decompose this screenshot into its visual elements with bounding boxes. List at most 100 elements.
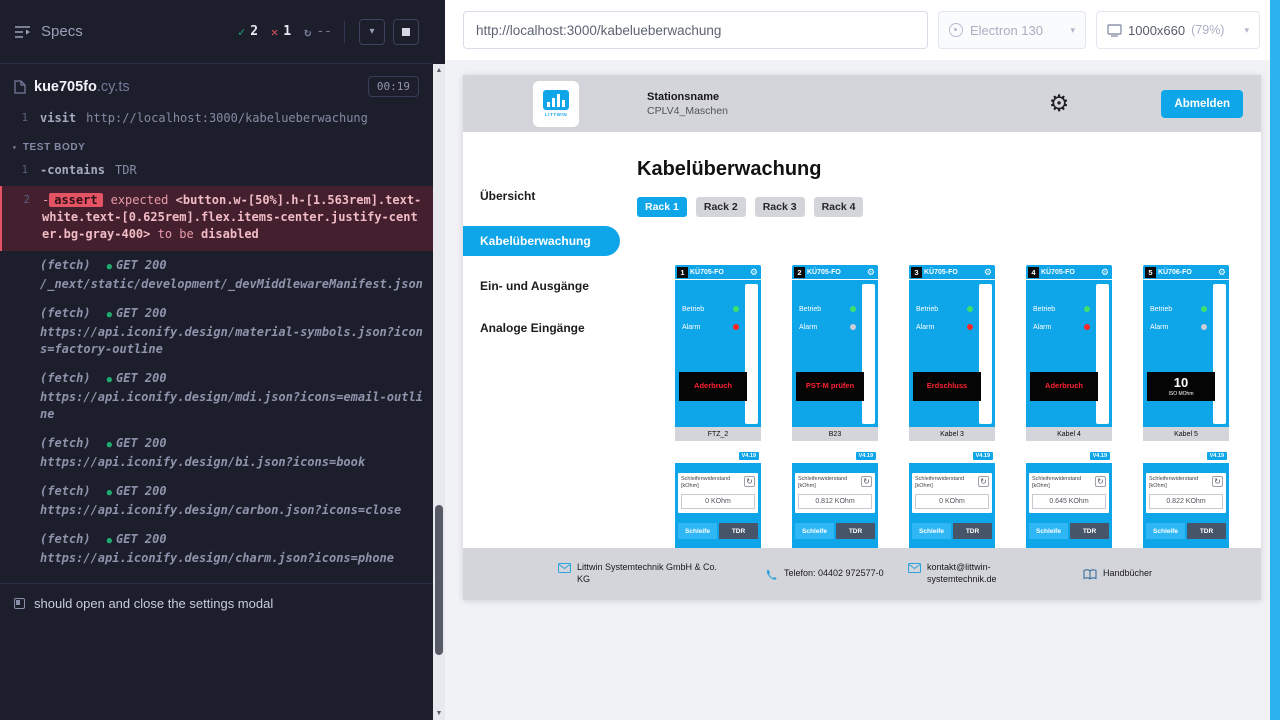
device-gear-icon[interactable]: ⚙ — [867, 267, 875, 278]
tdr-button[interactable]: TDR — [719, 523, 758, 539]
footer-manuals-link[interactable]: Handbücher — [1083, 568, 1152, 580]
schleife-button[interactable]: Schleife — [678, 523, 717, 539]
firmware-version: V4.19 — [973, 452, 993, 460]
cable-slot — [1213, 284, 1226, 424]
chevron-down-icon: ▾ — [1244, 25, 1249, 36]
device-gear-icon[interactable]: ⚙ — [984, 267, 992, 278]
app-footer: Littwin Systemtechnik GmbH & Co. KG Tele… — [463, 548, 1261, 600]
alarm-led — [967, 324, 973, 330]
refresh-icon[interactable]: ↻ — [1212, 476, 1223, 487]
spec-header[interactable]: kue705fo.cy.ts 00:19 — [0, 64, 433, 107]
network-log-entry[interactable]: (fetch)●GET 200 https://api.iconify.desi… — [0, 431, 433, 477]
rack-tab[interactable]: Rack 4 — [814, 197, 864, 217]
measurement-panel: Schleifenwiderstand [kOhm] ↻ 0.812 KOhm — [795, 473, 875, 513]
betrieb-label: Betrieb — [916, 306, 938, 313]
network-log-entry[interactable]: (fetch)●GET 200 /_next/static/developmen… — [0, 253, 433, 299]
failed-assertion[interactable]: 2 -assertexpected <button.w-[50%].h-[1.5… — [0, 186, 433, 251]
device-gear-icon[interactable]: ⚙ — [1101, 267, 1109, 278]
url-input[interactable] — [463, 11, 928, 49]
rack-tab[interactable]: Rack 3 — [755, 197, 805, 217]
assert-expected-state: disabled — [201, 227, 259, 241]
scrollbar-thumb[interactable] — [435, 505, 443, 655]
sidebar-item[interactable]: Analoge Eingänge — [463, 316, 620, 340]
tdr-button[interactable]: TDR — [836, 523, 875, 539]
specs-label[interactable]: Specs — [41, 23, 83, 40]
device-model: KÜ705-FO — [1041, 269, 1101, 276]
test-body-section-header[interactable]: ▾ TEST BODY — [0, 130, 433, 159]
failed-stat: ✕1 — [271, 24, 291, 39]
schleife-button[interactable]: Schleife — [912, 523, 951, 539]
refresh-icon[interactable]: ↻ — [861, 476, 872, 487]
rack-tabs: Rack 1 Rack 2 Rack 3 Rack 4 — [637, 197, 1261, 217]
schleife-button[interactable]: Schleife — [1029, 523, 1068, 539]
device-gear-icon[interactable]: ⚙ — [750, 267, 758, 278]
tdr-button[interactable]: TDR — [1187, 523, 1226, 539]
refresh-icon[interactable]: ↻ — [1095, 476, 1106, 487]
email-address: kontakt@littwin-systemtechnik.de — [927, 562, 1023, 585]
viewport-icon — [1107, 24, 1122, 37]
sidebar-item-label: Übersicht — [480, 189, 535, 203]
scroll-down-arrow[interactable]: ▼ — [433, 707, 445, 720]
page-scrollbar[interactable] — [1270, 0, 1280, 720]
collapse-tests-button[interactable]: ▾ — [359, 19, 385, 45]
browser-label: Electron 130 — [970, 23, 1043, 38]
card-buttons: Schleife TDR — [1146, 523, 1226, 539]
device-card-header: 1 KÜ705-FO ⚙ — [675, 265, 761, 280]
passed-stat: ✓2 — [238, 24, 258, 39]
next-test-row[interactable]: should open and close the settings modal — [0, 583, 433, 623]
network-log-entry[interactable]: (fetch)●GET 200 https://api.iconify.desi… — [0, 527, 433, 573]
network-log-entry[interactable]: (fetch)●GET 200 https://api.iconify.desi… — [0, 479, 433, 525]
settings-gear-icon[interactable]: ⚙ — [1049, 92, 1070, 115]
fetch-status: GET 200 — [116, 371, 167, 385]
rack-tab[interactable]: Rack 2 — [696, 197, 746, 217]
stop-run-button[interactable] — [393, 19, 419, 45]
browser-select[interactable]: Electron 130 ▾ — [938, 11, 1086, 49]
network-log-entry[interactable]: (fetch)●GET 200 https://api.iconify.desi… — [0, 301, 433, 364]
device-gear-icon[interactable]: ⚙ — [1218, 267, 1226, 278]
chevron-down-icon: ▾ — [12, 143, 17, 152]
refresh-icon[interactable]: ↻ — [744, 476, 755, 487]
sidebar-item[interactable]: Ein- und Ausgänge — [463, 274, 620, 298]
device-number: 5 — [1145, 267, 1156, 278]
chevron-down-icon: ▾ — [369, 26, 374, 37]
aut-toolbar: Electron 130 ▾ 1000x660 (79%) ▾ — [445, 0, 1270, 60]
network-log-entry[interactable]: (fetch)●GET 200 https://api.iconify.desi… — [0, 366, 433, 429]
alarm-led — [1084, 324, 1090, 330]
app-header: LITTWIN Stationsname CPLV4_Maschen ⚙ Abm… — [463, 75, 1261, 132]
tdr-button[interactable]: TDR — [1070, 523, 1109, 539]
status-text: Aderbruch — [693, 382, 733, 391]
pending-count: -- — [316, 24, 332, 39]
specs-menu-icon[interactable] — [14, 25, 31, 39]
sidebar-item[interactable]: Übersicht — [463, 184, 620, 208]
fetch-tag: (fetch) — [40, 436, 91, 450]
card-buttons: Schleife TDR — [795, 523, 875, 539]
schleife-button[interactable]: Schleife — [1146, 523, 1185, 539]
fetch-status: GET 200 — [116, 532, 167, 546]
reporter-scrollbar[interactable]: ▲ ▼ — [433, 0, 445, 720]
fetch-status: GET 200 — [116, 436, 167, 450]
rack-tab[interactable]: Rack 1 — [637, 197, 687, 217]
version-row: V4.19 — [675, 441, 761, 463]
tdr-button[interactable]: TDR — [953, 523, 992, 539]
alarm-label: Alarm — [682, 324, 700, 331]
scroll-up-arrow[interactable]: ▲ — [433, 64, 445, 77]
command-number: 1 — [0, 110, 40, 127]
refresh-icon[interactable]: ↻ — [978, 476, 989, 487]
status-display: Aderbruch — [679, 372, 747, 401]
command-contains[interactable]: 1 -containsTDR — [0, 159, 433, 182]
logout-button[interactable]: Abmelden — [1161, 90, 1243, 118]
pending-stat: ↻-- — [304, 24, 332, 39]
schleife-button[interactable]: Schleife — [795, 523, 834, 539]
command-visit[interactable]: 1 visithttp://localhost:3000/kabelueberw… — [0, 107, 433, 130]
command-name: -contains — [40, 163, 105, 177]
viewport-select[interactable]: 1000x660 (79%) ▾ — [1096, 11, 1260, 49]
success-dot-icon: ● — [107, 488, 112, 498]
assert-badge: assert — [49, 193, 102, 207]
sidebar-item[interactable]: Kabelüberwachung — [463, 226, 620, 256]
device-number: 2 — [794, 267, 805, 278]
logo-text: LITTWIN — [545, 112, 567, 117]
company-name: Littwin Systemtechnik GmbH & Co. KG — [577, 562, 729, 585]
betrieb-led — [733, 306, 739, 312]
station-info: Stationsname CPLV4_Maschen — [647, 91, 728, 117]
fetch-status: GET 200 — [116, 484, 167, 498]
